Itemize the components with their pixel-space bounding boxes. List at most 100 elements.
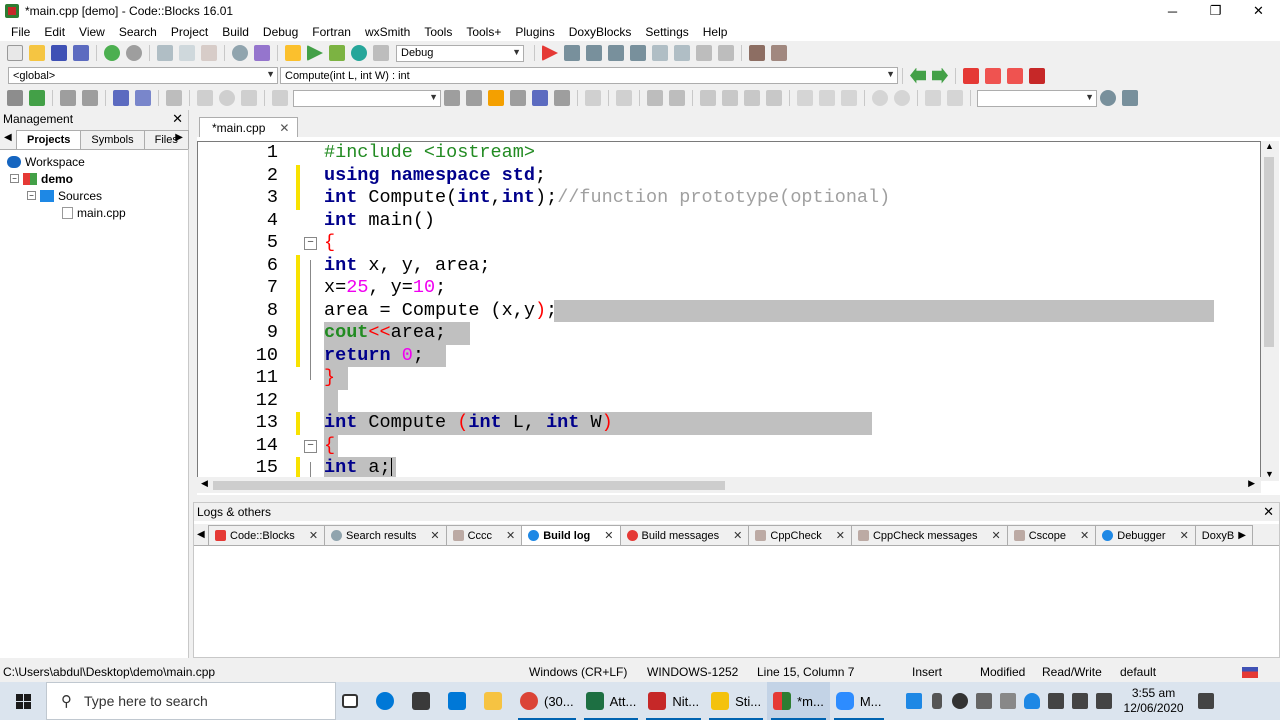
chevron-right-icon[interactable]: ▶ bbox=[175, 132, 183, 143]
close-icon[interactable]: ✕ bbox=[430, 529, 439, 542]
tab-cccc[interactable]: Cccc ✕ bbox=[445, 525, 523, 545]
close-button[interactable]: ✕ bbox=[1237, 0, 1280, 22]
close-icon[interactable]: ✕ bbox=[992, 529, 1001, 542]
border-icon[interactable] bbox=[797, 90, 813, 106]
taskbar-clock[interactable]: 3:55 am 12/06/2020 bbox=[1124, 686, 1184, 716]
chevron-left-icon[interactable]: ◀ bbox=[197, 529, 205, 540]
find-icon[interactable] bbox=[232, 45, 248, 61]
zoom-out-icon[interactable] bbox=[894, 90, 910, 106]
step-into-icon[interactable] bbox=[608, 45, 624, 61]
store-button[interactable] bbox=[406, 682, 442, 720]
menu-file[interactable]: File bbox=[4, 25, 37, 39]
highlight-icon[interactable] bbox=[488, 90, 504, 106]
onedrive-icon[interactable] bbox=[1023, 693, 1040, 709]
regex-icon[interactable] bbox=[554, 90, 570, 106]
jump-forward-icon[interactable] bbox=[932, 67, 948, 84]
border-icon[interactable] bbox=[819, 90, 835, 106]
menu-tools-plus[interactable]: Tools+ bbox=[459, 25, 508, 39]
notifications-icon[interactable] bbox=[1197, 693, 1214, 709]
save-icon[interactable] bbox=[51, 45, 67, 61]
tab-projects[interactable]: Projects bbox=[16, 130, 82, 149]
open-folder-icon[interactable] bbox=[29, 45, 45, 61]
replace-icon[interactable] bbox=[254, 45, 270, 61]
layout-icon[interactable] bbox=[669, 90, 685, 106]
next-instruction-icon[interactable] bbox=[652, 45, 668, 61]
doxywizard-icon[interactable] bbox=[113, 90, 129, 106]
new-file-icon[interactable] bbox=[7, 45, 23, 61]
tray-app-icon[interactable] bbox=[905, 693, 922, 709]
close-icon[interactable]: ✕ bbox=[1263, 504, 1274, 520]
step-out-icon[interactable] bbox=[630, 45, 646, 61]
network-icon[interactable] bbox=[1047, 693, 1064, 709]
paste-icon[interactable] bbox=[201, 45, 217, 61]
tab-build-log[interactable]: Build log ✕ bbox=[521, 525, 621, 545]
chevron-left-icon[interactable]: ◀ bbox=[201, 478, 208, 489]
tab-symbols[interactable]: Symbols bbox=[80, 130, 145, 149]
symbol-search-input[interactable]: ▼ bbox=[977, 89, 1097, 107]
close-icon[interactable]: ✕ bbox=[172, 111, 183, 127]
menu-edit[interactable]: Edit bbox=[37, 25, 72, 39]
chevron-right-icon[interactable]: ▶ bbox=[1248, 478, 1255, 489]
incremental-search-input[interactable]: ▼ bbox=[293, 89, 441, 107]
spacer-icon[interactable] bbox=[925, 90, 941, 106]
tab-cppcheck-messages[interactable]: CppCheck messages ✕ bbox=[850, 525, 1008, 545]
tab-doxyblocks[interactable]: DoxyB ▶ bbox=[1194, 525, 1253, 545]
vertical-scrollbar[interactable]: ▲ ▼ bbox=[1261, 141, 1279, 481]
collapse-icon[interactable]: − bbox=[10, 174, 19, 183]
next-bookmark-icon[interactable] bbox=[1007, 67, 1023, 84]
frame-icon[interactable] bbox=[616, 90, 632, 106]
task-view-button[interactable] bbox=[336, 682, 370, 720]
chevron-left-icon[interactable]: ◀ bbox=[4, 132, 12, 143]
code-editor[interactable]: 1 #include <iostream> 2 using namespace … bbox=[197, 141, 1261, 481]
next-line-icon[interactable] bbox=[586, 45, 602, 61]
close-icon[interactable]: ✕ bbox=[836, 529, 845, 542]
tree-item-demo[interactable]: − demo bbox=[10, 170, 73, 187]
tab-build-messages[interactable]: Build messages ✕ bbox=[619, 525, 750, 545]
menu-build[interactable]: Build bbox=[215, 25, 256, 39]
rebuild-icon[interactable] bbox=[351, 45, 367, 61]
zoom-in-icon[interactable] bbox=[872, 90, 888, 106]
editor-tab-main-cpp[interactable]: *main.cpp ✕ bbox=[199, 117, 299, 137]
align-icon[interactable] bbox=[766, 90, 782, 106]
taskbar-app-codeblocks[interactable]: *m... bbox=[767, 682, 830, 720]
close-icon[interactable]: ✕ bbox=[279, 121, 289, 135]
microphone-icon[interactable] bbox=[931, 693, 942, 709]
select-all-icon[interactable] bbox=[510, 90, 526, 106]
close-icon[interactable]: ✕ bbox=[506, 529, 515, 542]
collapse-icon[interactable]: − bbox=[27, 191, 36, 200]
chevron-down-icon[interactable]: ▼ bbox=[1265, 469, 1274, 479]
obs-icon[interactable] bbox=[951, 693, 968, 709]
wrench-icon[interactable] bbox=[166, 90, 182, 106]
undo-icon[interactable] bbox=[104, 45, 120, 61]
menu-help[interactable]: Help bbox=[696, 25, 735, 39]
edge-button[interactable] bbox=[370, 682, 406, 720]
menu-plugins[interactable]: Plugins bbox=[508, 25, 561, 39]
arrow-left-icon[interactable] bbox=[444, 90, 460, 106]
settings-icon[interactable] bbox=[1122, 90, 1138, 106]
menu-wxsmith[interactable]: wxSmith bbox=[358, 25, 417, 39]
pause-icon[interactable] bbox=[696, 45, 712, 61]
scope-select[interactable]: <global> ▼ bbox=[8, 67, 278, 84]
various-info-icon[interactable] bbox=[771, 45, 787, 61]
tab-debugger[interactable]: Debugger ✕ bbox=[1095, 525, 1196, 545]
mail-button[interactable] bbox=[442, 682, 478, 720]
uncomment-icon[interactable] bbox=[82, 90, 98, 106]
tab-cppcheck[interactable]: CppCheck ✕ bbox=[748, 525, 852, 545]
taskbar-app-nitro[interactable]: Nit... bbox=[642, 682, 705, 720]
stop-icon[interactable] bbox=[272, 90, 288, 106]
pointer-icon[interactable] bbox=[585, 90, 601, 106]
save-all-icon[interactable] bbox=[73, 45, 89, 61]
volume-icon[interactable] bbox=[1095, 693, 1112, 709]
refresh-icon[interactable] bbox=[947, 90, 963, 106]
chevron-right-icon[interactable]: ▶ bbox=[1238, 530, 1246, 541]
scrollbar-thumb[interactable] bbox=[213, 481, 725, 490]
layout-icon[interactable] bbox=[647, 90, 663, 106]
run-icon[interactable] bbox=[307, 45, 323, 61]
debug-windows-icon[interactable] bbox=[749, 45, 765, 61]
fold-toggle[interactable]: − bbox=[304, 439, 317, 453]
minimize-button[interactable]: ─ bbox=[1151, 0, 1194, 22]
tree-item-sources[interactable]: − Sources bbox=[27, 187, 102, 204]
menu-tools[interactable]: Tools bbox=[417, 25, 459, 39]
back-icon[interactable] bbox=[197, 90, 213, 106]
previous-bookmark-icon[interactable] bbox=[985, 67, 1001, 84]
